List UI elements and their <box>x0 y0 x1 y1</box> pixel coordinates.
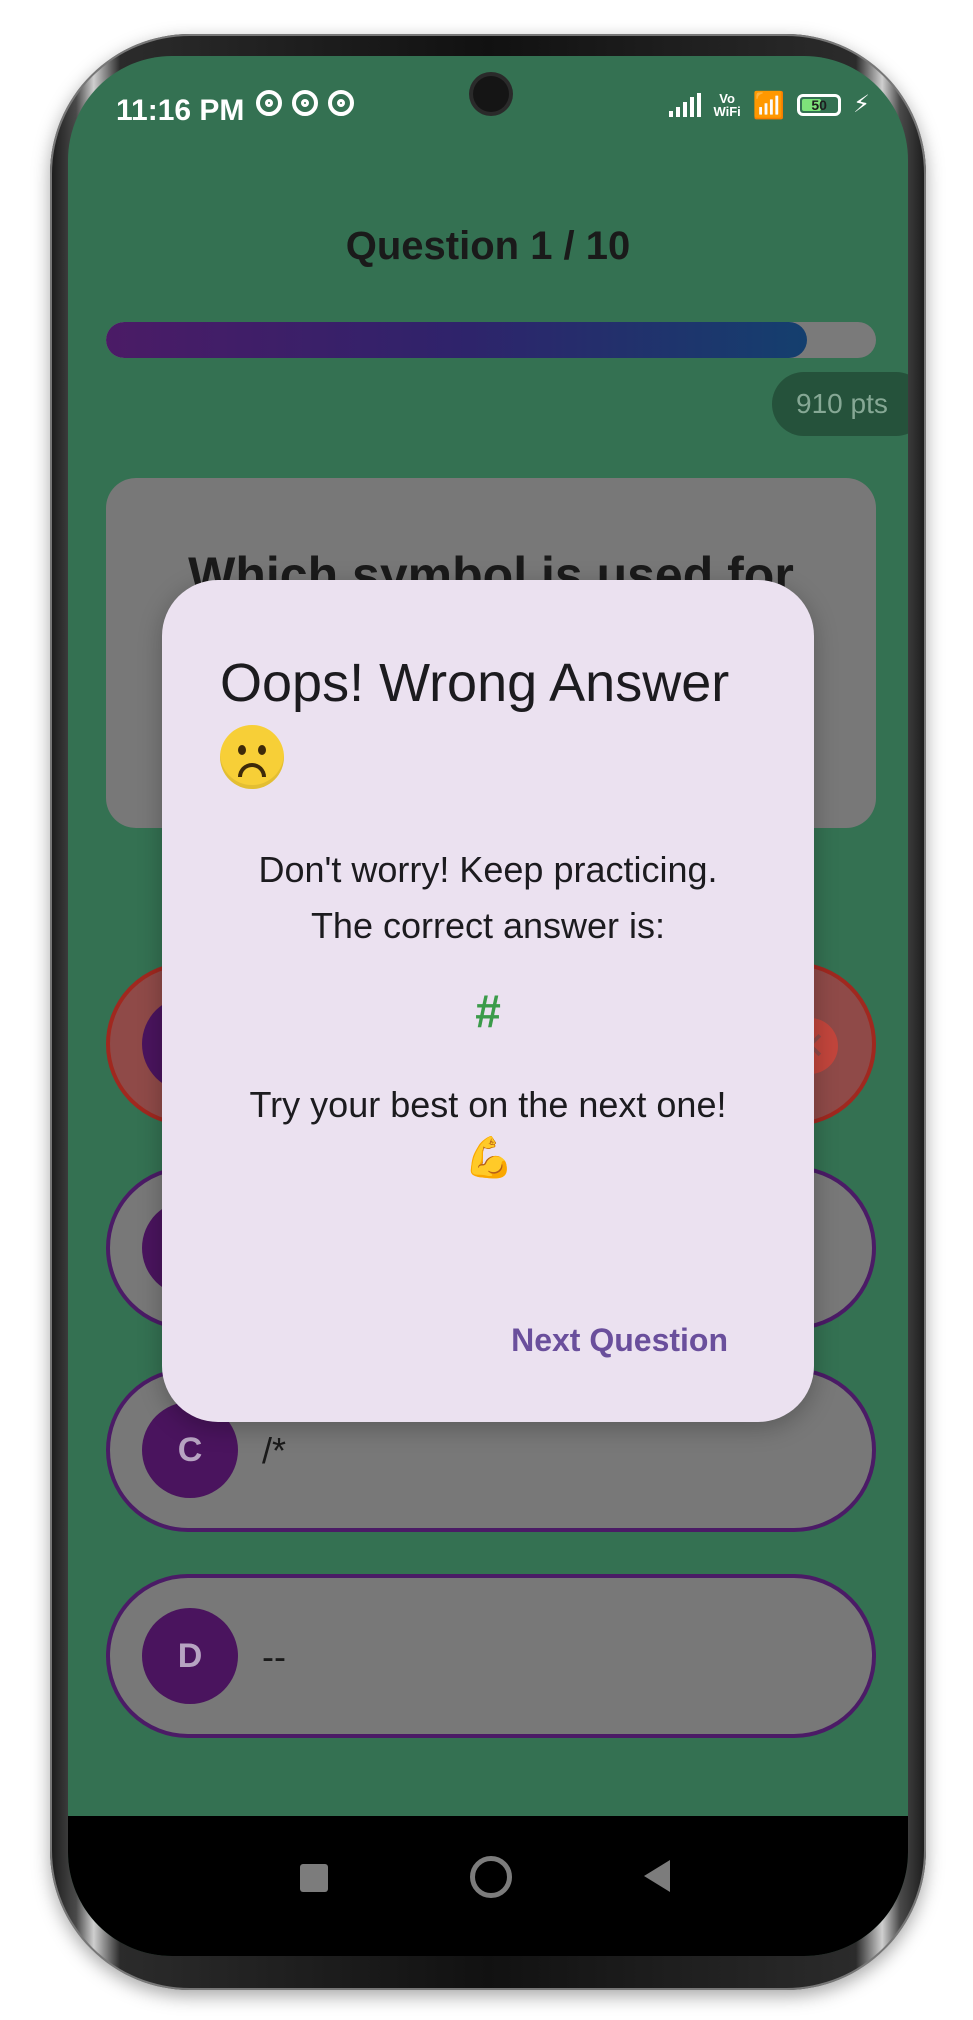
option-letter: D <box>142 1608 238 1704</box>
status-bar: 11:16 PM Vo WiFi 📶 50 ⚡ <box>68 56 908 166</box>
sad-face-emoji-icon <box>220 725 284 789</box>
wrong-answer-dialog: Oops! Wrong Answer Don't worry! Keep pra… <box>162 580 814 1422</box>
wifi-text: WiFi <box>713 103 741 119</box>
quiz-progress-bar <box>106 322 876 358</box>
notification-icons <box>256 90 354 116</box>
question-counter: Question 1 / 10 <box>345 224 631 268</box>
dialog-message: Don't worry! Keep practicing. The correc… <box>162 842 814 954</box>
notification-icon <box>292 90 318 116</box>
vowifi-label: Vo WiFi <box>713 92 740 118</box>
encouragement-text: Try your best on the next one! <box>249 1084 727 1125</box>
option-text: /* <box>262 1430 287 1471</box>
battery-level: 50 <box>811 96 827 113</box>
quiz-progress-fill <box>106 322 807 358</box>
back-button[interactable] <box>644 1860 670 1892</box>
correct-answer: # <box>475 985 501 1037</box>
next-question-button[interactable]: Next Question <box>511 1322 728 1359</box>
battery-icon: 50 <box>797 93 842 116</box>
system-nav-bar <box>68 1816 908 1956</box>
wifi-icon: 📶 <box>752 89 786 120</box>
front-camera <box>473 76 509 112</box>
option-d[interactable]: D -- <box>106 1574 876 1738</box>
dialog-message-line2: The correct answer is: <box>310 905 666 946</box>
app-screen: 11:16 PM Vo WiFi 📶 50 ⚡ Question 1 / 10 <box>68 56 908 1956</box>
signal-icon <box>669 92 702 117</box>
notification-icon <box>256 90 282 116</box>
system-icons: Vo WiFi 📶 50 ⚡ <box>669 90 870 119</box>
dialog-message-line1: Don't worry! Keep practicing. <box>258 849 718 890</box>
muscle-emoji-icon: 💪 <box>464 1136 514 1180</box>
option-text: -- <box>262 1636 286 1677</box>
status-time: 11:16 PM <box>116 94 245 127</box>
dialog-title: Oops! Wrong Answer <box>220 644 760 800</box>
home-button[interactable] <box>470 1856 512 1898</box>
notification-icon <box>328 90 354 116</box>
charging-bolt-icon: ⚡ <box>853 91 870 118</box>
dialog-title-text: Oops! Wrong Answer <box>220 653 730 713</box>
vo-text: Vo <box>719 90 735 106</box>
recents-button[interactable] <box>300 1864 328 1892</box>
points-badge: 910 pts <box>772 372 908 436</box>
